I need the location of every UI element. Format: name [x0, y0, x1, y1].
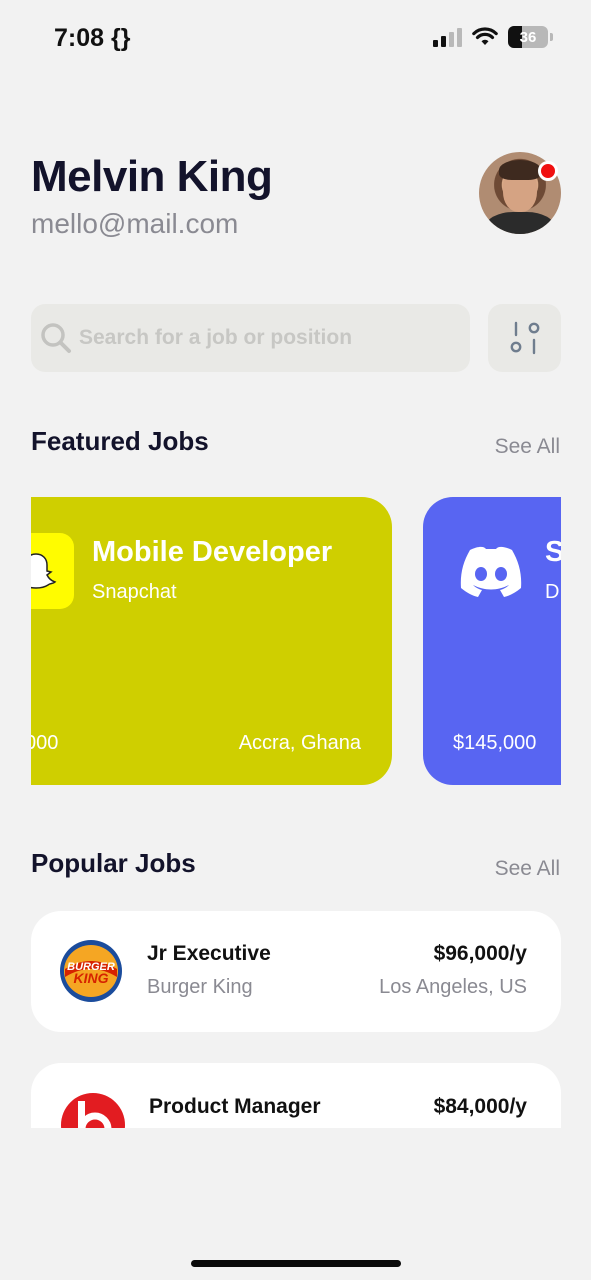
job-location: Los Angeles, US	[379, 976, 527, 998]
job-salary: $84,000/y	[433, 1095, 527, 1118]
profile-name: Melvin King	[31, 152, 273, 201]
featured-job-salary: 000	[31, 732, 59, 754]
popular-jobs-list-clip: Product Manager $84,000/y	[0, 1060, 591, 1128]
filter-icon	[510, 321, 539, 355]
svg-text:KING: KING	[74, 970, 109, 986]
battery-level: 36	[519, 28, 537, 46]
featured-job-title: Mobile Developer	[92, 536, 333, 568]
snapchat-logo-icon	[31, 533, 74, 609]
featured-job-company: Snapchat	[92, 581, 177, 603]
job-title: Product Manager	[149, 1095, 321, 1118]
battery-icon: 36	[508, 26, 548, 48]
status-icons: 36	[433, 26, 553, 48]
popular-see-all-link[interactable]: See All	[495, 857, 560, 881]
home-indicator[interactable]	[191, 1260, 401, 1267]
featured-job-salary: $145,000	[453, 732, 537, 754]
featured-jobs-carousel[interactable]: Mobile Developer Snapchat 000 Accra, Gha…	[31, 497, 561, 787]
discord-logo-icon	[453, 534, 529, 610]
featured-job-company: D	[545, 581, 560, 603]
job-company: Burger King	[147, 976, 253, 998]
cellular-signal-icon	[433, 27, 462, 47]
search-icon	[41, 323, 71, 353]
battery-nub	[550, 33, 553, 41]
featured-see-all-link[interactable]: See All	[495, 435, 560, 459]
search-bar[interactable]	[31, 304, 470, 372]
job-salary: $96,000/y	[433, 942, 527, 965]
job-title: Jr Executive	[147, 942, 271, 965]
wifi-icon	[472, 27, 498, 45]
popular-jobs-title: Popular Jobs	[31, 848, 196, 878]
featured-job-title: S	[545, 536, 561, 568]
popular-job-card[interactable]: Product Manager $84,000/y	[31, 1063, 561, 1128]
burger-king-logo-icon: BURGER KING	[60, 940, 122, 1002]
filter-button[interactable]	[488, 304, 561, 372]
featured-jobs-title: Featured Jobs	[31, 426, 209, 456]
featured-job-location: Accra, Ghana	[238, 732, 361, 754]
status-time: 7:08 {}	[54, 24, 131, 52]
notification-dot	[538, 161, 558, 181]
beats-logo-icon	[61, 1093, 125, 1128]
featured-job-card[interactable]: Mobile Developer Snapchat 000 Accra, Gha…	[31, 497, 392, 785]
search-input[interactable]	[79, 326, 459, 350]
popular-job-card[interactable]: BURGER KING Jr Executive Burger King $96…	[31, 911, 561, 1032]
featured-job-card[interactable]: S D $145,000	[423, 497, 561, 785]
profile-email: mello@mail.com	[31, 208, 239, 239]
status-bar: 7:08 {} 36	[0, 0, 591, 80]
